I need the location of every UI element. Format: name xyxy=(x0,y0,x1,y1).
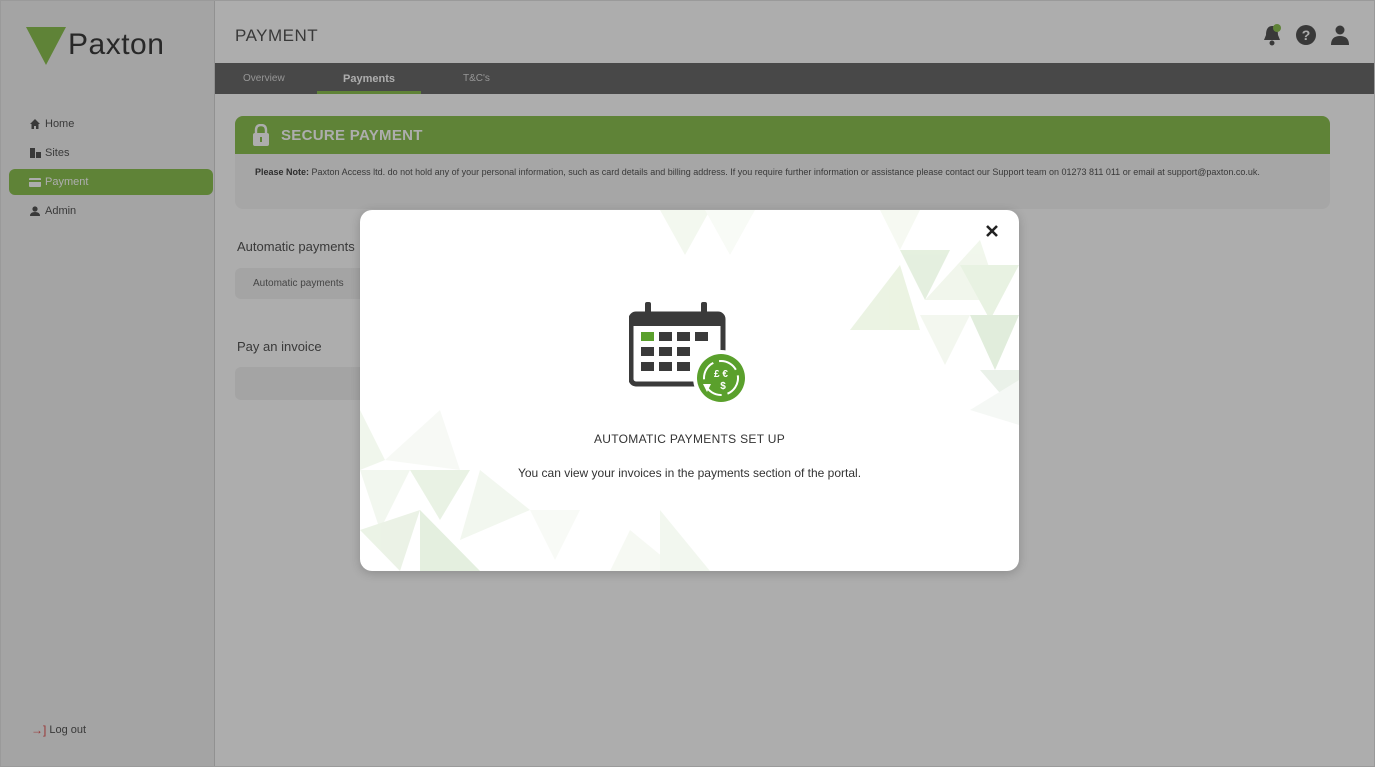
close-button[interactable] xyxy=(983,222,1001,240)
close-icon xyxy=(986,225,998,237)
confirmation-modal: £ € $ AUTOMATIC PAYMENTS SET UP You can … xyxy=(360,210,1019,571)
calendar-currency-icon: £ € $ xyxy=(629,302,749,406)
svg-text:£ €: £ € xyxy=(714,369,728,380)
modal-message: You can view your invoices in the paymen… xyxy=(517,466,862,480)
svg-text:$: $ xyxy=(720,381,726,392)
app-window: Paxton Home Sites Payment Admin →] Log o… xyxy=(0,0,1375,767)
modal-title: AUTOMATIC PAYMENTS SET UP xyxy=(593,432,786,446)
